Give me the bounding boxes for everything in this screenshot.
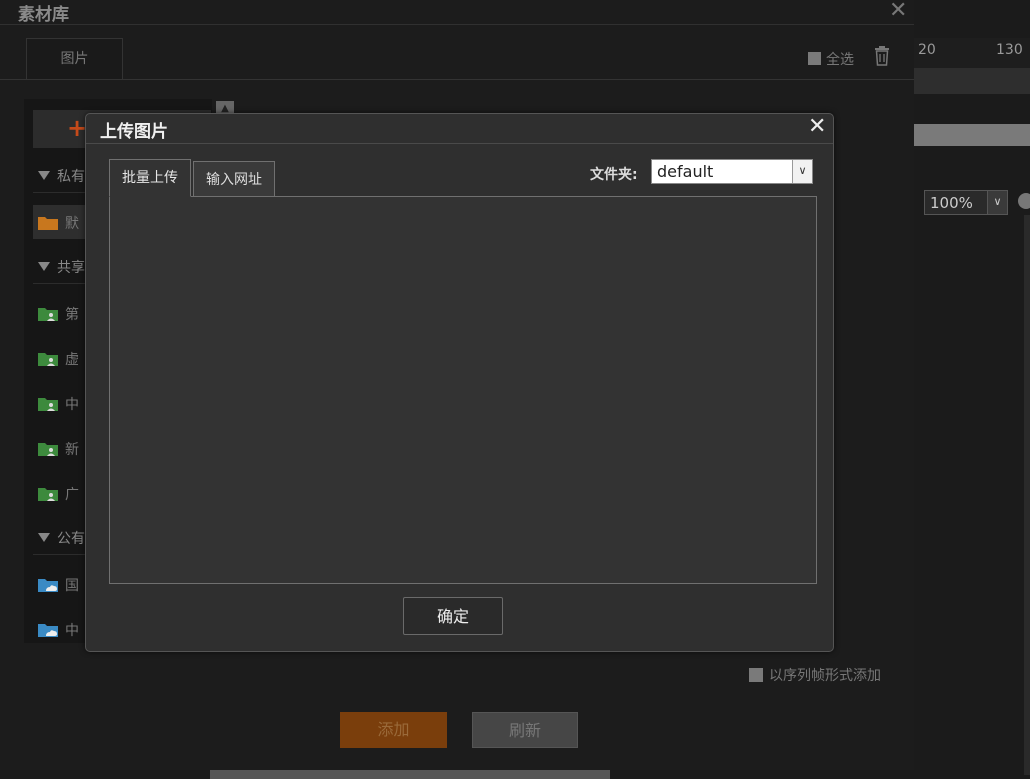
shared-folder-icon xyxy=(38,398,58,411)
folder-item[interactable]: 新 xyxy=(38,439,79,459)
cloud-folder-icon xyxy=(38,624,58,637)
section-private[interactable]: 私有 xyxy=(38,166,85,186)
folder-item[interactable]: 国 xyxy=(38,575,79,595)
dialog-title: 上传图片 xyxy=(100,122,168,142)
zoom-knob[interactable] xyxy=(1018,193,1030,209)
folder-item[interactable]: 第 xyxy=(38,304,79,324)
folder-select-value: default xyxy=(657,162,714,181)
folder-item[interactable]: 默 xyxy=(38,213,79,233)
library-titlebar: 素材库 ✕ xyxy=(0,0,914,25)
triangle-down-icon xyxy=(38,171,50,180)
shared-folder-icon xyxy=(38,353,58,366)
timeline-scrollbar[interactable] xyxy=(910,124,1030,146)
folder-select[interactable]: default ∨ xyxy=(651,159,813,184)
zoom-select[interactable]: 100% ∨ xyxy=(924,190,1008,215)
checkbox-box xyxy=(808,52,821,65)
tab-images[interactable]: 图片 xyxy=(26,38,123,80)
folder-label: 虚 xyxy=(65,352,79,368)
timeline-track xyxy=(910,68,1030,94)
chevron-down-icon: ∨ xyxy=(792,160,812,183)
section-label: 私有 xyxy=(57,169,85,185)
folder-label: 默 xyxy=(65,216,79,232)
close-icon[interactable]: ✕ xyxy=(889,0,907,23)
zoom-value: 100% xyxy=(930,194,973,212)
upload-image-dialog: 上传图片 ✕ 批量上传 输入网址 文件夹: default ∨ 确定 xyxy=(85,113,834,652)
folder-item[interactable]: 中 xyxy=(38,620,79,640)
shared-folder-icon xyxy=(38,308,58,321)
dialog-header: 上传图片 ✕ xyxy=(86,114,833,144)
timeline-ruler: 20 130 xyxy=(910,38,1030,68)
triangle-down-icon xyxy=(38,533,50,542)
checkbox-box xyxy=(749,668,763,682)
folder-label: 广 xyxy=(65,487,79,503)
section-label: 共享 xyxy=(57,260,85,276)
sequence-frame-checkbox[interactable]: 以序列帧形式添加 xyxy=(749,665,881,685)
folder-label: 国 xyxy=(65,578,79,594)
section-shared[interactable]: 共享 xyxy=(38,257,85,277)
section-public[interactable]: 公有 xyxy=(38,528,85,548)
trash-icon[interactable] xyxy=(874,46,890,66)
folder-label: 第 xyxy=(65,307,79,323)
canvas-scrollbar[interactable] xyxy=(1024,215,1030,775)
select-all-label: 全选 xyxy=(826,52,854,68)
folder-label: 新 xyxy=(65,442,79,458)
refresh-button[interactable]: 刷新 xyxy=(472,712,578,748)
triangle-down-icon xyxy=(38,262,50,271)
ruler-label: 130 xyxy=(996,42,1023,58)
confirm-button[interactable]: 确定 xyxy=(403,597,503,635)
close-icon[interactable]: ✕ xyxy=(808,114,826,139)
chevron-down-icon: ∨ xyxy=(987,191,1007,214)
sequence-label: 以序列帧形式添加 xyxy=(769,668,881,684)
upload-drop-area[interactable] xyxy=(109,196,817,584)
folder-label: 文件夹: xyxy=(590,167,638,183)
folder-item[interactable]: 虚 xyxy=(38,349,79,369)
add-button[interactable]: 添加 xyxy=(340,712,447,748)
shared-folder-icon xyxy=(38,443,58,456)
folder-label: 中 xyxy=(65,397,79,413)
folder-icon xyxy=(38,217,58,230)
shared-folder-icon xyxy=(38,488,58,501)
cloud-folder-icon xyxy=(38,579,58,592)
folder-item[interactable]: 中 xyxy=(38,394,79,414)
tab-enter-url[interactable]: 输入网址 xyxy=(193,161,275,197)
library-title: 素材库 xyxy=(18,5,69,25)
tab-batch-upload[interactable]: 批量上传 xyxy=(109,159,191,197)
tab-divider xyxy=(0,79,914,80)
section-label: 公有 xyxy=(57,531,85,547)
select-all-checkbox[interactable]: 全选 xyxy=(808,49,854,69)
folder-label: 中 xyxy=(65,623,79,639)
ruler-label: 20 xyxy=(918,42,936,58)
folder-item[interactable]: 广 xyxy=(38,484,79,504)
